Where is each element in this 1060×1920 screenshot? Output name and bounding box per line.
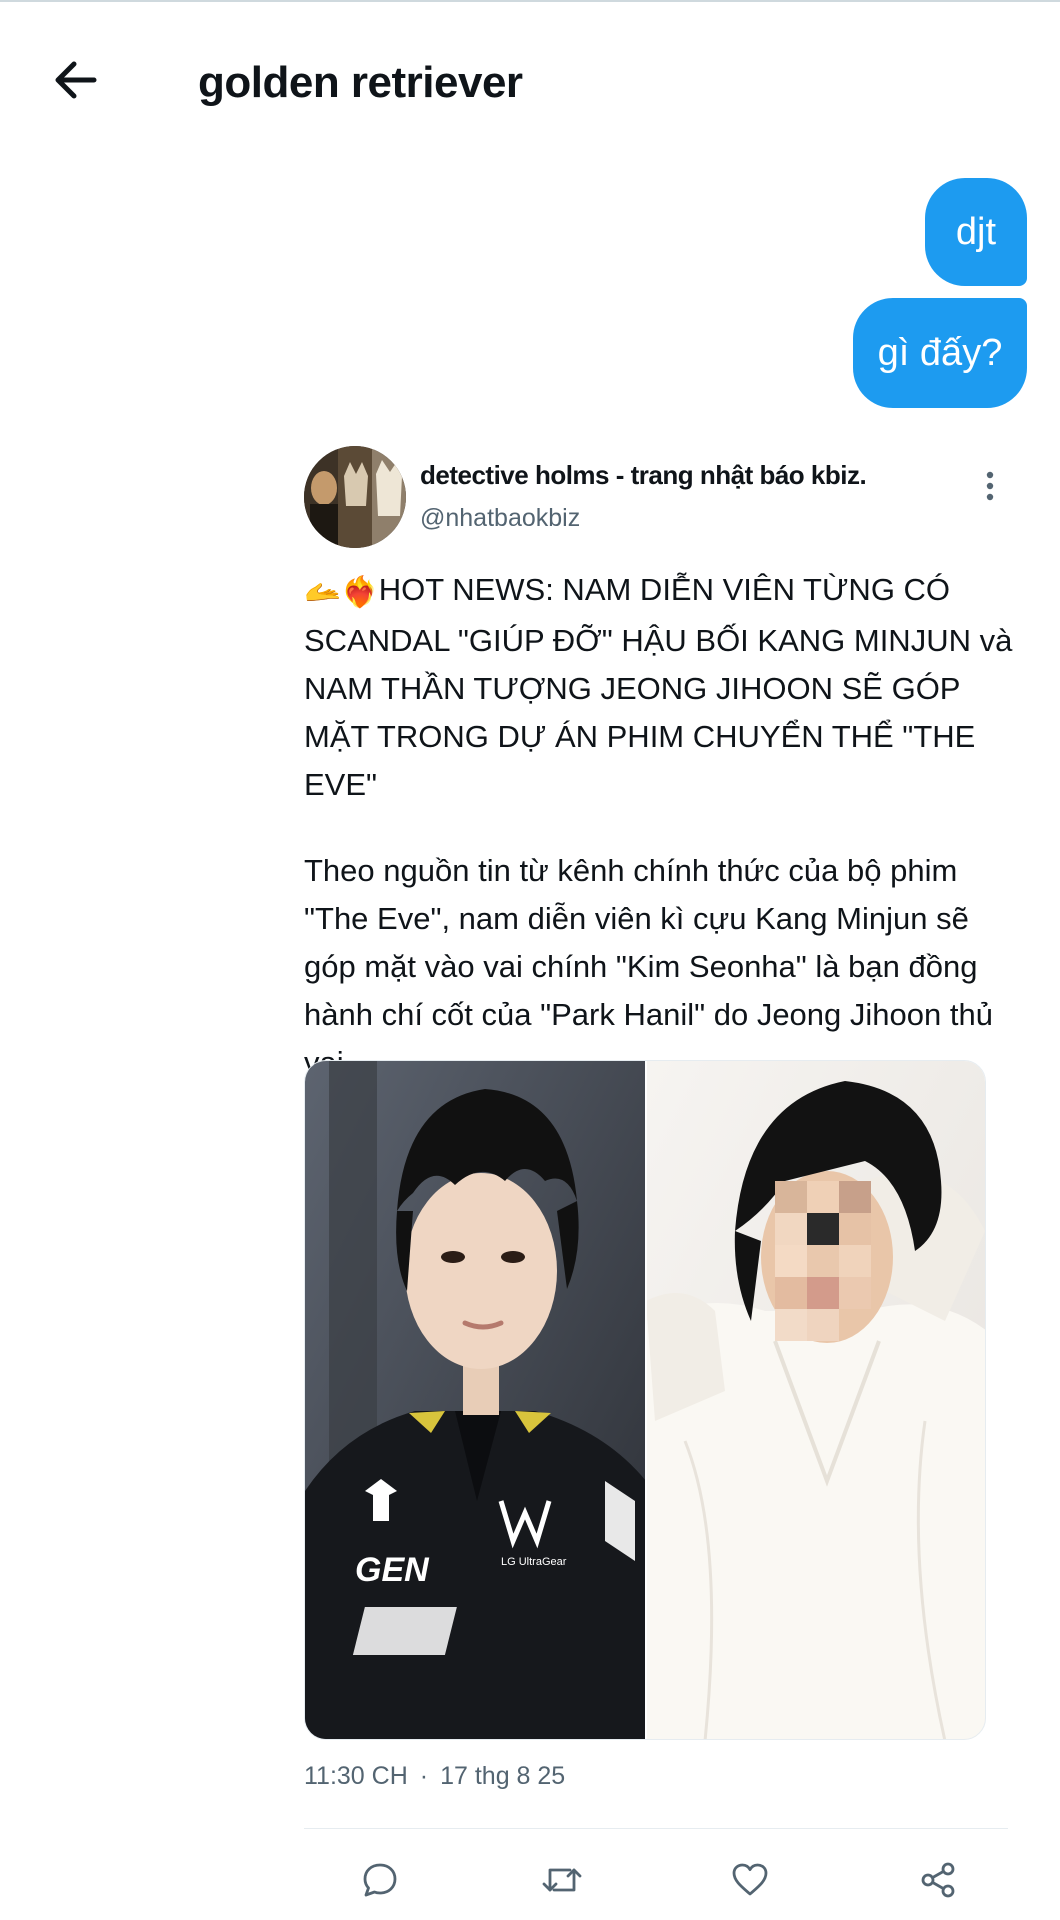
retweet-icon <box>542 1868 582 1892</box>
photo-left: GEN LG UltraGear <box>305 1061 646 1739</box>
tweet-actions <box>304 1850 1008 1910</box>
author-handle[interactable]: @nhatbaokbiz <box>420 504 580 533</box>
jersey-text: GEN <box>355 1551 430 1589</box>
conversation-title: golden retriever <box>198 58 523 107</box>
tweet-timestamp[interactable]: 11:30 CH · 17 thg 8 25 <box>304 1762 565 1791</box>
retweet-button[interactable] <box>532 1850 592 1910</box>
message-bubble[interactable]: djt <box>925 178 1027 286</box>
back-button[interactable] <box>46 50 106 110</box>
meta-separator: · <box>419 1762 429 1790</box>
share-button[interactable] <box>908 1850 968 1910</box>
jersey-brand: LG UltraGear <box>501 1556 567 1568</box>
heart-icon <box>732 1863 768 1896</box>
tweet-media[interactable]: GEN LG UltraGear <box>304 1060 986 1740</box>
photo-right <box>646 1061 985 1739</box>
headline-text: HOT NEWS: NAM DIỄN VIÊN TỪNG CÓ SCANDAL … <box>304 572 1013 802</box>
author-name[interactable]: detective holms - trang nhật báo kbiz. <box>420 460 867 491</box>
reply-button[interactable] <box>350 1850 410 1910</box>
reply-icon <box>363 1863 397 1897</box>
tweet-text: 🫴❤️‍🔥HOT NEWS: NAM DIỄN VIÊN TỪNG CÓ SCA… <box>304 566 1014 1087</box>
more-options-button[interactable] <box>974 466 1006 506</box>
tweet-headline: 🫴❤️‍🔥HOT NEWS: NAM DIỄN VIÊN TỪNG CÓ SCA… <box>304 566 1014 809</box>
tweet-body: Theo nguồn tin từ kênh chính thức của bộ… <box>304 853 993 1080</box>
share-icon <box>921 1862 955 1898</box>
message-bubble[interactable]: gì đấy? <box>853 298 1027 408</box>
heart-on-fire-emoji: ❤️‍🔥 <box>341 576 379 609</box>
avatar[interactable] <box>304 446 406 548</box>
like-button[interactable] <box>720 1850 780 1910</box>
palm-up-hand-emoji: 🫴 <box>304 576 342 609</box>
tweet-time: 11:30 CH <box>304 1762 408 1790</box>
tweet-date: 17 thg 8 25 <box>440 1762 566 1790</box>
divider <box>304 1828 1008 1829</box>
chat-header: golden retriever <box>0 0 1060 160</box>
more-vertical-icon <box>986 471 994 501</box>
arrow-left-icon <box>55 61 97 99</box>
